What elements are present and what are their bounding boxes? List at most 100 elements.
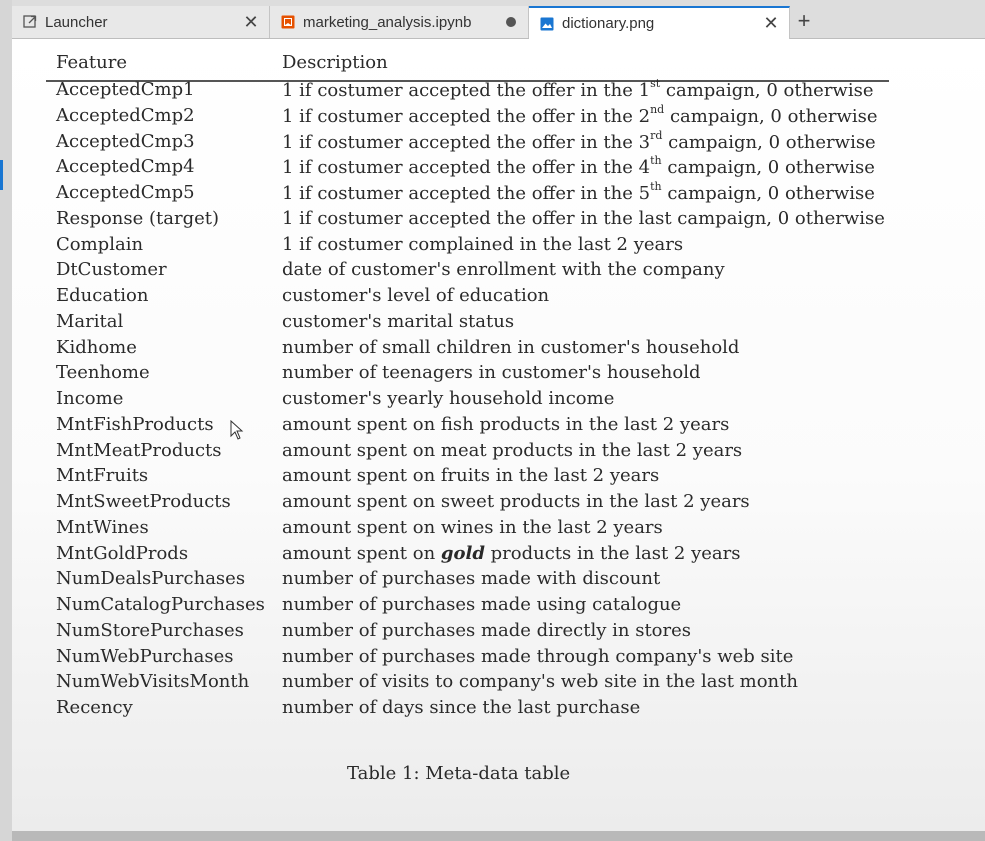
description-text: customer's marital status xyxy=(282,310,515,332)
feature-description: 1 if costumer accepted the offer in the … xyxy=(282,154,875,179)
ordinal-suffix: th xyxy=(650,154,662,168)
image-viewer: Feature Description AcceptedCmp1 1 if cos… xyxy=(12,39,985,831)
table-row: NumCatalogPurchases number of purchases m… xyxy=(12,594,985,620)
feature-description: 1 if costumer accepted the offer in the … xyxy=(282,77,874,101)
feature-name: Complain xyxy=(56,233,144,255)
table-row: Income customer's yearly household income xyxy=(12,388,985,414)
description-text: customer's yearly household income xyxy=(282,388,615,409)
feature-name: Recency xyxy=(56,697,133,718)
close-icon[interactable]: ✕ xyxy=(241,12,261,33)
table-row: AcceptedCmp3 1 if costumer accepted the o… xyxy=(12,128,985,157)
table-row: DtCustomer date of customer's enrollment … xyxy=(12,259,985,285)
feature-name: Income xyxy=(56,388,124,409)
description-text: campaign, 0 otherwise xyxy=(660,80,874,101)
table-row: Education customer's level of education xyxy=(12,285,985,311)
feature-description: number of purchases made with discount xyxy=(282,568,660,589)
close-icon[interactable]: ✕ xyxy=(761,13,781,34)
feature-description: amount spent on wines in the last 2 year… xyxy=(282,517,663,538)
feature-name: MntFruits xyxy=(56,465,149,487)
notebook-icon xyxy=(280,14,296,30)
table-caption: Table 1: Meta-data table xyxy=(347,763,571,784)
table-row: MntFishProducts amount spent on fish prod… xyxy=(12,414,985,440)
feature-name: NumCatalogPurchases xyxy=(56,594,265,615)
add-tab-icon[interactable]: + xyxy=(790,8,818,36)
mouse-cursor-icon xyxy=(230,419,244,444)
table-row: Kidhome number of small children in custo… xyxy=(12,337,985,363)
feature-description: customer's level of education xyxy=(282,285,549,306)
description-text: amount spent on fish products in the las… xyxy=(282,413,730,435)
tab-dictionary-image[interactable]: dictionary.png ✕ xyxy=(529,6,790,39)
ordinal-suffix: nd xyxy=(650,102,665,116)
description-text: number of purchases made directly in sto… xyxy=(282,619,692,641)
feature-name: AcceptedCmp1 xyxy=(56,79,195,100)
description-text: 1 if costumer accepted the offer in the … xyxy=(282,157,651,179)
description-text: campaign, 0 otherwise xyxy=(662,131,876,153)
tab-launcher[interactable]: Launcher ✕ xyxy=(12,6,270,38)
feature-name: MntWines xyxy=(56,516,149,538)
description-text: 1 if costumer accepted the offer in the … xyxy=(282,80,651,101)
tab-bar: Launcher ✕ marketing_analysis.ipynb dict… xyxy=(12,0,985,39)
feature-name: MntMeatProducts xyxy=(56,439,222,461)
feature-description: 1 if costumer accepted the offer in the … xyxy=(282,128,876,153)
description-text: date of customer's enrollment with the c… xyxy=(282,259,725,281)
feature-description: 1 if costumer complained in the last 2 y… xyxy=(282,234,683,255)
feature-name: MntGoldProds xyxy=(56,542,189,564)
table-row: NumStorePurchases number of purchases mad… xyxy=(12,620,985,646)
feature-description: amount spent on sweet products in the la… xyxy=(282,491,750,512)
header-feature: Feature xyxy=(56,52,127,73)
feature-name: NumWebPurchases xyxy=(56,645,234,667)
active-sidebar-indicator xyxy=(0,160,3,190)
description-text: number of teenagers in customer's househ… xyxy=(282,362,701,384)
description-text: number of purchases made using catalogue xyxy=(282,594,682,615)
feature-description: customer's marital status xyxy=(282,311,514,332)
feature-description: customer's yearly household income xyxy=(282,388,614,409)
feature-name: NumStorePurchases xyxy=(56,619,244,641)
feature-name: AcceptedCmp3 xyxy=(56,130,195,152)
tab-label: dictionary.png xyxy=(562,15,655,32)
feature-name: MntSweetProducts xyxy=(56,491,231,512)
feature-description: number of small children in customer's h… xyxy=(282,337,739,358)
feature-description: amount spent on fish products in the las… xyxy=(282,414,729,435)
table-row: Complain 1 if costumer complained in the … xyxy=(12,234,985,260)
description-text: number of purchases made with discount xyxy=(282,568,661,590)
tab-marketing-notebook[interactable]: marketing_analysis.ipynb xyxy=(270,6,529,38)
feature-description: number of purchases made through company… xyxy=(282,646,793,667)
table-row: AcceptedCmp1 1 if costumer accepted the o… xyxy=(12,77,985,105)
header-description: Description xyxy=(282,52,388,73)
image-icon xyxy=(539,16,555,32)
description-text: amount spent on sweet products in the la… xyxy=(282,491,750,512)
description-text: campaign, 0 otherwise xyxy=(661,157,875,179)
table-row: AcceptedCmp5 1 if costumer accepted the o… xyxy=(12,180,985,208)
side-panel-strip xyxy=(0,0,12,841)
feature-description: amount spent on fruits in the last 2 yea… xyxy=(282,465,659,486)
description-text: number of small children in customer's h… xyxy=(282,336,740,358)
description-text: 1 if costumer accepted the offer in the … xyxy=(282,131,651,153)
tab-label: marketing_analysis.ipynb xyxy=(303,13,472,31)
table-row: AcceptedCmp4 1 if costumer accepted the o… xyxy=(12,154,985,182)
feature-description: 1 if costumer accepted the offer in the … xyxy=(282,102,878,127)
unsaved-dot-icon[interactable] xyxy=(506,17,516,27)
status-strip xyxy=(12,831,985,841)
feature-description: date of customer's enrollment with the c… xyxy=(282,259,725,280)
feature-description: amount spent on meat products in the las… xyxy=(282,440,742,461)
feature-description: amount spent on gold products in the las… xyxy=(282,543,741,564)
launcher-icon xyxy=(22,14,38,30)
table-row: AcceptedCmp2 1 if costumer accepted the o… xyxy=(12,102,985,131)
meta-data-table-image: Feature Description AcceptedCmp1 1 if cos… xyxy=(12,39,985,831)
feature-name: MntFishProducts xyxy=(56,413,214,435)
description-text: amount spent on wines in the last 2 year… xyxy=(282,516,663,538)
feature-description: number of visits to company's web site i… xyxy=(282,671,798,692)
feature-description: number of purchases made using catalogue xyxy=(282,594,681,615)
feature-name: NumDealsPurchases xyxy=(56,568,246,590)
ordinal-suffix: th xyxy=(650,180,662,193)
feature-name: AcceptedCmp4 xyxy=(56,156,195,178)
table-row: Marital customer's marital status xyxy=(12,311,985,337)
table-row: Teenhome number of teenagers in customer'… xyxy=(12,362,985,388)
table-row: Recency number of days since the last pur… xyxy=(12,697,985,723)
ordinal-suffix: st xyxy=(650,77,661,90)
table-row: NumDealsPurchases number of purchases mad… xyxy=(12,568,985,594)
table-row: MntMeatProducts amount spent on meat prod… xyxy=(12,440,985,466)
feature-name: Kidhome xyxy=(56,336,137,358)
feature-description: number of days since the last purchase xyxy=(282,697,640,718)
ordinal-suffix: rd xyxy=(650,128,663,142)
